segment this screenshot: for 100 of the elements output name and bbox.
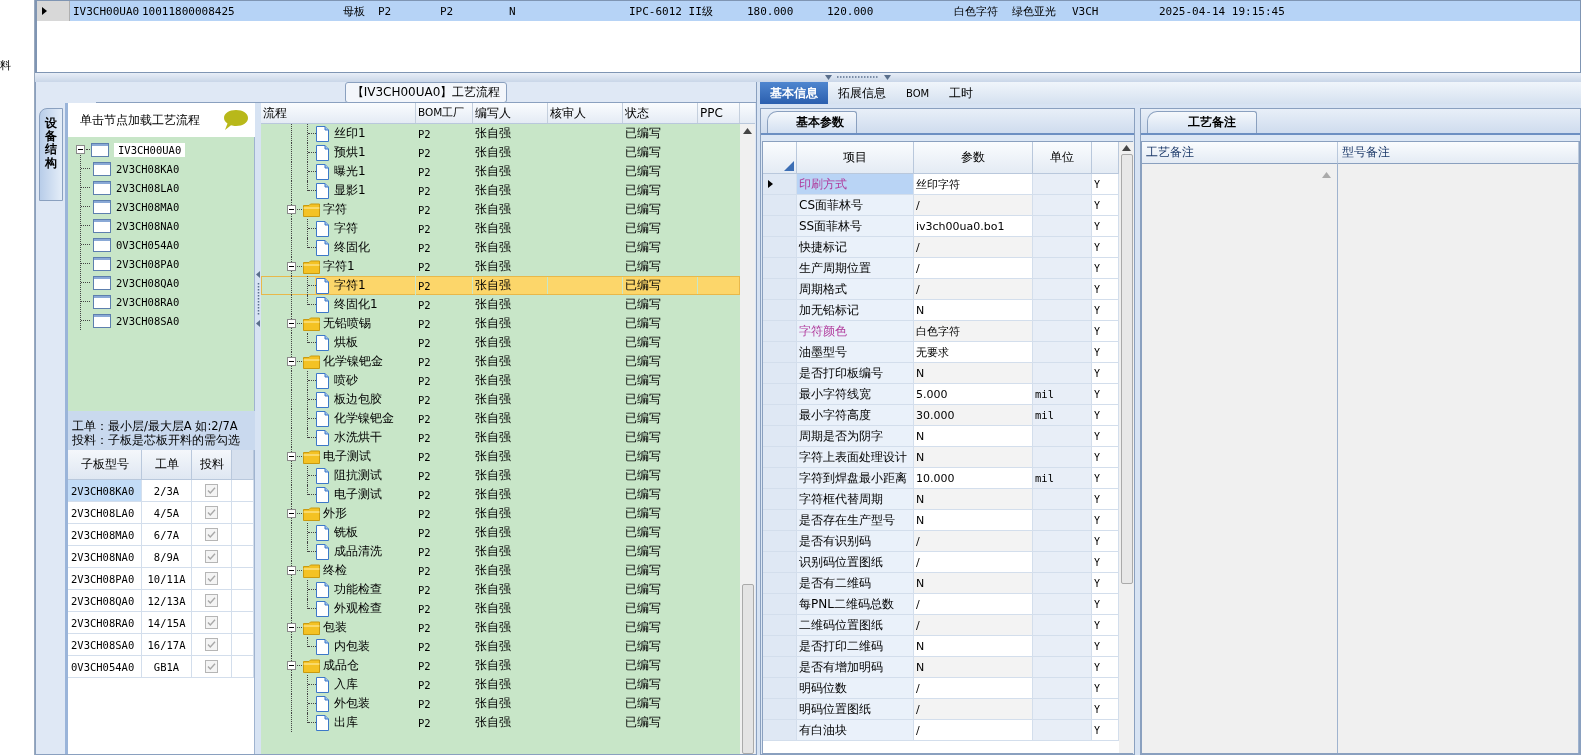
tab[interactable]: 工时 <box>939 82 984 104</box>
checkbox[interactable] <box>205 484 218 497</box>
tree-node[interactable]: IV3CH00UA0 <box>114 142 186 157</box>
column-header[interactable]: PPC <box>698 103 740 123</box>
tree-node[interactable]: 出库 <box>334 714 358 731</box>
column-header[interactable]: 流程 <box>261 103 416 123</box>
tree-node[interactable]: 外观检查 <box>334 600 382 617</box>
table-cell[interactable]: 识别码位置图纸 <box>797 552 914 573</box>
table-cell[interactable]: 油墨型号 <box>797 342 914 363</box>
table-cell[interactable]: 最小字符高度 <box>797 405 914 426</box>
tree-node[interactable]: 终检 <box>323 562 347 579</box>
table-cell[interactable]: 2V3CH08PA0 <box>68 568 142 590</box>
flow-row[interactable]: 铣板 P2 张自强 已编写 <box>261 523 740 542</box>
tree-node[interactable]: 阻抗测试 <box>334 467 382 484</box>
column-header[interactable]: 项目 <box>797 142 914 174</box>
collapse-icon[interactable] <box>287 509 296 518</box>
tree-node[interactable]: 铣板 <box>334 524 358 541</box>
table-cell[interactable]: 明码位置图纸 <box>797 699 914 720</box>
table-cell[interactable]: 二维码位置图纸 <box>797 615 914 636</box>
tab[interactable]: 拓展信息 <box>828 82 896 104</box>
table-cell[interactable]: 每PNL二维码总数 <box>797 594 914 615</box>
column-header[interactable]: 型号备注 <box>1338 142 1579 164</box>
table-cell[interactable]: CS面菲林号 <box>797 195 914 216</box>
table-cell[interactable]: 2V3CH08SA0 <box>68 634 142 656</box>
collapse-icon[interactable] <box>287 566 296 575</box>
table-cell[interactable]: 2V3CH08LA0 <box>68 502 142 524</box>
scroll-up-icon[interactable] <box>1122 145 1131 151</box>
tree-node[interactable]: 烘板 <box>334 334 358 351</box>
table-cell[interactable]: 有白油块 <box>797 720 914 741</box>
tree-node[interactable]: 字符 <box>334 220 358 237</box>
tree-node[interactable]: 外形 <box>323 505 347 522</box>
tab[interactable]: BOM <box>896 82 940 104</box>
checkbox[interactable] <box>205 616 218 629</box>
flow-row[interactable]: 终固化 P2 张自强 已编写 <box>261 238 740 257</box>
tree-node[interactable]: 内包装 <box>334 638 370 655</box>
flow-row[interactable]: 终固化1 P2 张自强 已编写 <box>261 295 740 314</box>
grid-row[interactable]: IV3CH00UA0 10011800008425 母板 P2 P2 N IPC-6012 II级 180.000 120.000 白色字符 绿色亚光 V3CH 2025-04-14 19:15:45 <box>37 1 1580 21</box>
flow-row[interactable]: 显影1 P2 张自强 已编写 <box>261 181 740 200</box>
table-cell[interactable]: 周期是否为阴字 <box>797 426 914 447</box>
tree-node[interactable]: 板边包胶 <box>334 391 382 408</box>
flow-row[interactable]: 阻抗测试 P2 张自强 已编写 <box>261 466 740 485</box>
scrollbar[interactable] <box>740 124 755 754</box>
table-cell[interactable]: 是否打印二维码 <box>797 636 914 657</box>
table-cell[interactable]: 2V3CH08NA0 <box>68 546 142 568</box>
flow-row[interactable]: 外包装 P2 张自强 已编写 <box>261 694 740 713</box>
tree-node[interactable]: 化学镍钯金 <box>334 410 394 427</box>
collapse-icon[interactable] <box>287 357 296 366</box>
tree-node[interactable]: 2V3CH08MA0 <box>116 200 180 213</box>
tab[interactable]: 基本参数 <box>767 111 857 133</box>
table-cell[interactable]: 是否存在生产型号 <box>797 510 914 531</box>
splitter-grip-icon[interactable] <box>255 270 261 327</box>
checkbox[interactable] <box>205 638 218 651</box>
flow-row[interactable]: 字符1 P2 张自强 已编写 <box>261 276 740 295</box>
checkbox[interactable] <box>205 506 218 519</box>
flow-row[interactable]: 丝印1 P2 张自强 已编写 <box>261 124 740 143</box>
table-cell[interactable]: 是否有识别码 <box>797 531 914 552</box>
tree-node[interactable]: 成品仓 <box>323 657 359 674</box>
flow-row[interactable]: 烘板 P2 张自强 已编写 <box>261 333 740 352</box>
checkbox[interactable] <box>205 594 218 607</box>
flow-row[interactable]: 字符 P2 张自强 已编写 <box>261 219 740 238</box>
checkbox[interactable] <box>205 660 218 673</box>
flow-row[interactable]: 电子测试 P2 张自强 已编写 <box>261 485 740 504</box>
tree-node[interactable]: 入库 <box>334 676 358 693</box>
collapse-icon[interactable] <box>287 262 296 271</box>
tree-node[interactable]: 2V3CH08RA0 <box>116 295 180 308</box>
column-header[interactable]: 编写人 <box>473 103 548 123</box>
table-cell[interactable]: 是否有二维码 <box>797 573 914 594</box>
scroll-thumb[interactable] <box>1120 154 1133 584</box>
tree-node[interactable]: 成品清洗 <box>334 543 382 560</box>
scrollbar[interactable] <box>1119 142 1134 753</box>
tree-node[interactable]: 外包装 <box>334 695 370 712</box>
tree-node[interactable]: 化学镍钯金 <box>323 353 383 370</box>
scroll-thumb[interactable] <box>741 584 754 754</box>
table-cell[interactable]: 是否有增加明码 <box>797 657 914 678</box>
tree-node[interactable]: 曝光1 <box>334 163 366 180</box>
table-cell[interactable]: 最小字符线宽 <box>797 384 914 405</box>
splitter-grip-icon[interactable] <box>825 74 891 81</box>
table-cell[interactable]: 2V3CH08QA0 <box>68 590 142 612</box>
table-cell[interactable]: 字符到焊盘最小距离 <box>797 468 914 489</box>
tree-node[interactable]: 2V3CH08PA0 <box>116 257 180 270</box>
column-header[interactable]: 状态 <box>623 103 698 123</box>
collapse-icon[interactable] <box>287 452 296 461</box>
column-header[interactable]: 单位 <box>1033 142 1092 174</box>
tree-node[interactable]: 2V3CH08NA0 <box>116 219 180 232</box>
table-cell[interactable]: 2V3CH08RA0 <box>68 612 142 634</box>
flow-row[interactable]: 喷砂 P2 张自强 已编写 <box>261 371 740 390</box>
collapse-icon[interactable] <box>287 661 296 670</box>
collapse-icon[interactable] <box>287 319 296 328</box>
collapse-icon[interactable] <box>287 623 296 632</box>
tree-node[interactable]: 预烘1 <box>334 144 366 161</box>
column-header[interactable]: 参数 <box>914 142 1033 174</box>
tree-node[interactable]: 字符1 <box>334 277 366 294</box>
flow-row[interactable]: 化学镍钯金 P2 张自强 已编写 <box>261 409 740 428</box>
checkbox[interactable] <box>205 528 218 541</box>
tree-node[interactable]: 无铅喷锡 <box>323 315 371 332</box>
flow-row[interactable]: 预烘1 P2 张自强 已编写 <box>261 143 740 162</box>
tree-node[interactable]: 字符 <box>323 201 347 218</box>
column-header[interactable]: 工艺备注 <box>1142 142 1338 164</box>
tree-node[interactable]: 2V3CH08SA0 <box>116 314 180 327</box>
table-cell[interactable]: 加无铅标记 <box>797 300 914 321</box>
